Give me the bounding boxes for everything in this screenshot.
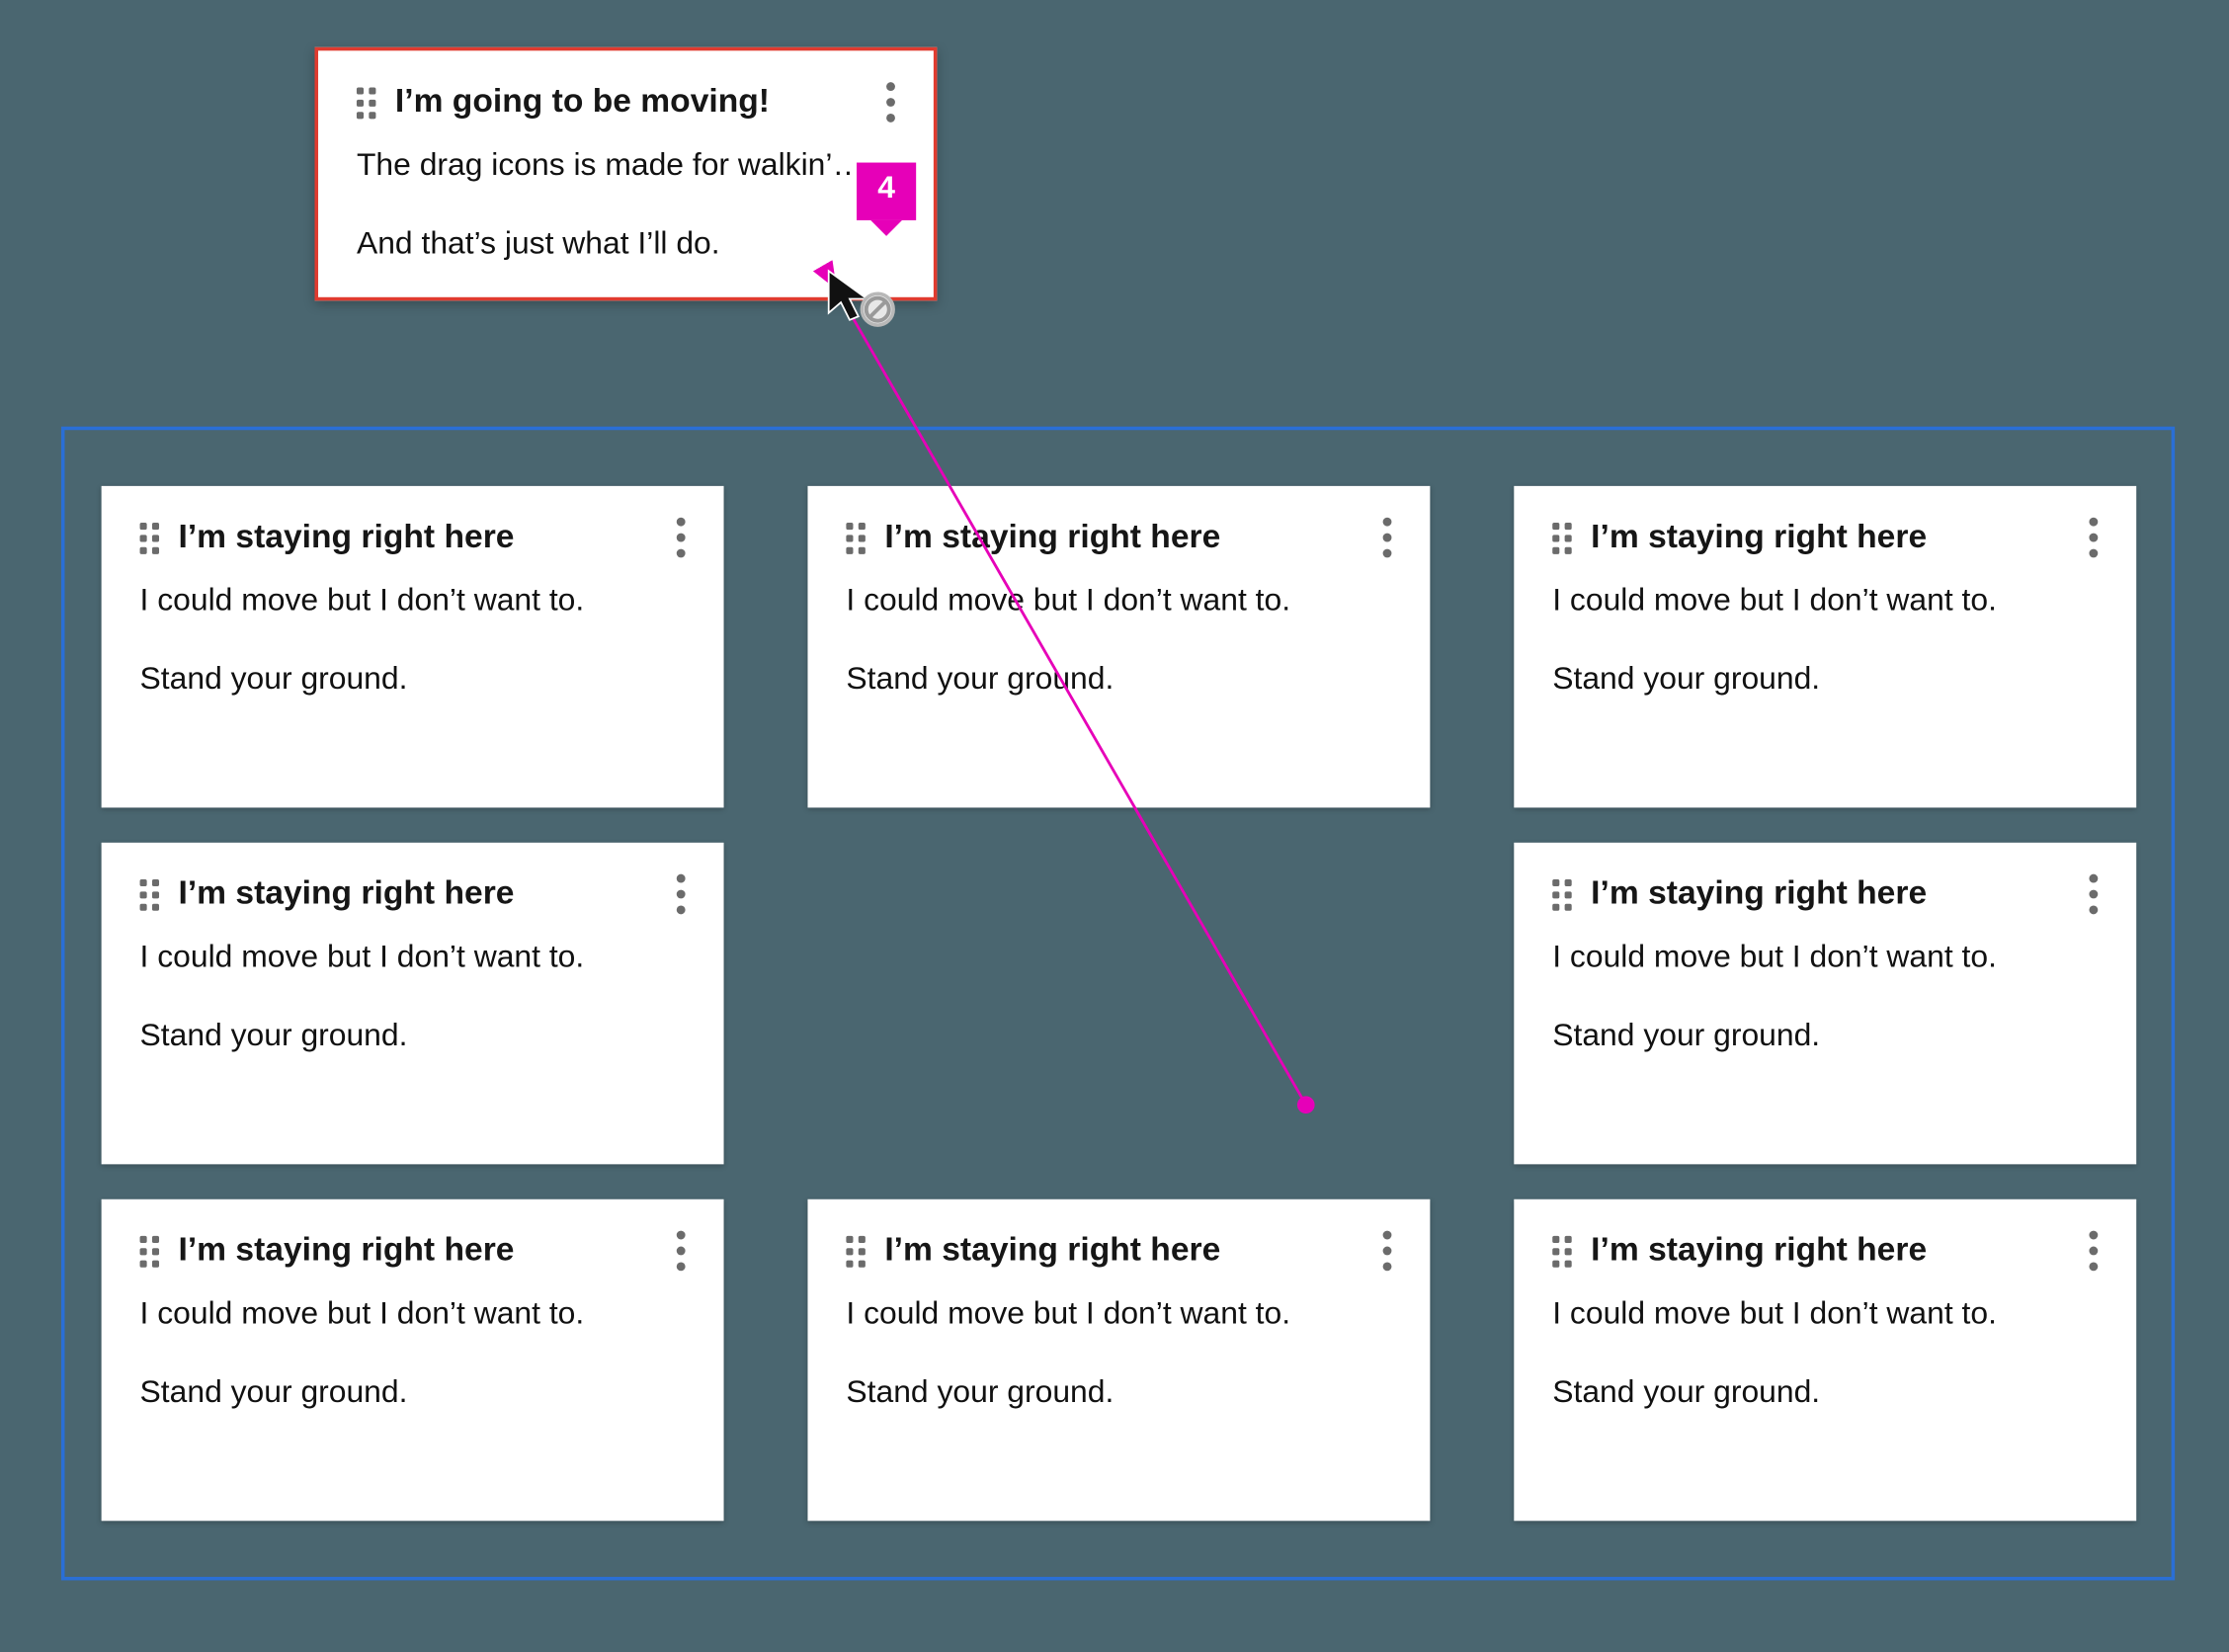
card-title: I’m staying right here xyxy=(178,875,643,914)
drag-handle-icon[interactable] xyxy=(140,1235,161,1267)
drag-handle-icon[interactable] xyxy=(140,522,161,553)
drag-handle-icon[interactable] xyxy=(357,87,377,119)
overflow-menu-icon[interactable] xyxy=(1381,518,1392,558)
card-title: I’m staying right here xyxy=(1591,875,2056,914)
card-body-line1: I could move but I don’t want to. xyxy=(846,582,1391,619)
annotation-badge: 4 xyxy=(857,163,916,220)
card-header: I’m staying right here xyxy=(1552,518,2098,558)
card-body-line1: I could move but I don’t want to. xyxy=(140,582,686,619)
static-card[interactable]: I’m staying right here I could move but I… xyxy=(1514,843,2136,1165)
card-body-line1: I could move but I don’t want to. xyxy=(140,1295,686,1332)
card-header: I’m staying right here xyxy=(140,1231,686,1272)
card-title: I’m staying right here xyxy=(1591,519,2056,557)
card-body-line2: Stand your ground. xyxy=(1552,1018,2098,1054)
drag-handle-icon[interactable] xyxy=(846,1235,867,1267)
static-card[interactable]: I’m staying right here I could move but I… xyxy=(807,486,1430,808)
card-grid: I’m staying right here I could move but I… xyxy=(102,486,2137,1521)
static-card[interactable]: I’m staying right here I could move but I… xyxy=(102,1199,724,1522)
card-header: I’m staying right here xyxy=(846,518,1391,558)
card-title: I’m staying right here xyxy=(178,1231,643,1270)
card-header: I’m staying right here xyxy=(140,874,686,915)
floating-card[interactable]: I’m going to be moving! The drag icons i… xyxy=(314,47,937,301)
card-body-line2: Stand your ground. xyxy=(1552,661,2098,698)
card-header: I’m staying right here xyxy=(846,1231,1391,1272)
card-title: I’m staying right here xyxy=(178,519,643,557)
card-header: I’m staying right here xyxy=(140,518,686,558)
card-body-line1: I could move but I don’t want to. xyxy=(1552,939,2098,975)
card-title: I’m going to be moving! xyxy=(395,83,854,122)
overflow-menu-icon[interactable] xyxy=(884,82,895,123)
card-body-line2: Stand your ground. xyxy=(846,1374,1391,1411)
overflow-menu-icon[interactable] xyxy=(675,1231,686,1272)
static-card[interactable]: I’m staying right here I could move but I… xyxy=(1514,1199,2136,1522)
card-body-line2: Stand your ground. xyxy=(140,1018,686,1054)
drag-handle-icon[interactable] xyxy=(846,522,867,553)
static-card[interactable]: I’m staying right here I could move but I… xyxy=(102,486,724,808)
drag-handle-icon[interactable] xyxy=(1552,522,1573,553)
no-drop-cursor-icon xyxy=(822,268,899,331)
card-header: I’m staying right here xyxy=(1552,874,2098,915)
overflow-menu-icon[interactable] xyxy=(675,874,686,915)
stage: I’m staying right here I could move but I… xyxy=(0,0,2229,1652)
card-body-line1: The drag icons is made for walkin’… xyxy=(357,147,895,184)
static-card[interactable]: I’m staying right here I could move but I… xyxy=(1514,486,2136,808)
overflow-menu-icon[interactable] xyxy=(1381,1231,1392,1272)
card-body-line2: Stand your ground. xyxy=(1552,1374,2098,1411)
card-title: I’m staying right here xyxy=(884,519,1350,557)
drag-handle-icon[interactable] xyxy=(1552,1235,1573,1267)
empty-slot[interactable] xyxy=(807,843,1430,1165)
card-body-line1: I could move but I don’t want to. xyxy=(140,939,686,975)
static-card[interactable]: I’m staying right here I could move but I… xyxy=(102,843,724,1165)
overflow-menu-icon[interactable] xyxy=(675,518,686,558)
card-title: I’m staying right here xyxy=(884,1231,1350,1270)
card-body-line1: I could move but I don’t want to. xyxy=(1552,582,2098,619)
card-body-line2: Stand your ground. xyxy=(846,661,1391,698)
drag-handle-icon[interactable] xyxy=(140,878,161,910)
card-header: I’m staying right here xyxy=(1552,1231,2098,1272)
card-body-line2: Stand your ground. xyxy=(140,661,686,698)
card-body-line1: I could move but I don’t want to. xyxy=(1552,1295,2098,1332)
card-body-line2: And that’s just what I’ll do. xyxy=(357,225,895,262)
overflow-menu-icon[interactable] xyxy=(2088,1231,2099,1272)
card-title: I’m staying right here xyxy=(1591,1231,2056,1270)
overflow-menu-icon[interactable] xyxy=(2088,874,2099,915)
drag-handle-icon[interactable] xyxy=(1552,878,1573,910)
annotation-label: 4 xyxy=(877,170,895,205)
overflow-menu-icon[interactable] xyxy=(2088,518,2099,558)
static-card[interactable]: I’m staying right here I could move but I… xyxy=(807,1199,1430,1522)
card-body-line2: Stand your ground. xyxy=(140,1374,686,1411)
card-body-line1: I could move but I don’t want to. xyxy=(846,1295,1391,1332)
card-header: I’m going to be moving! xyxy=(357,82,895,123)
